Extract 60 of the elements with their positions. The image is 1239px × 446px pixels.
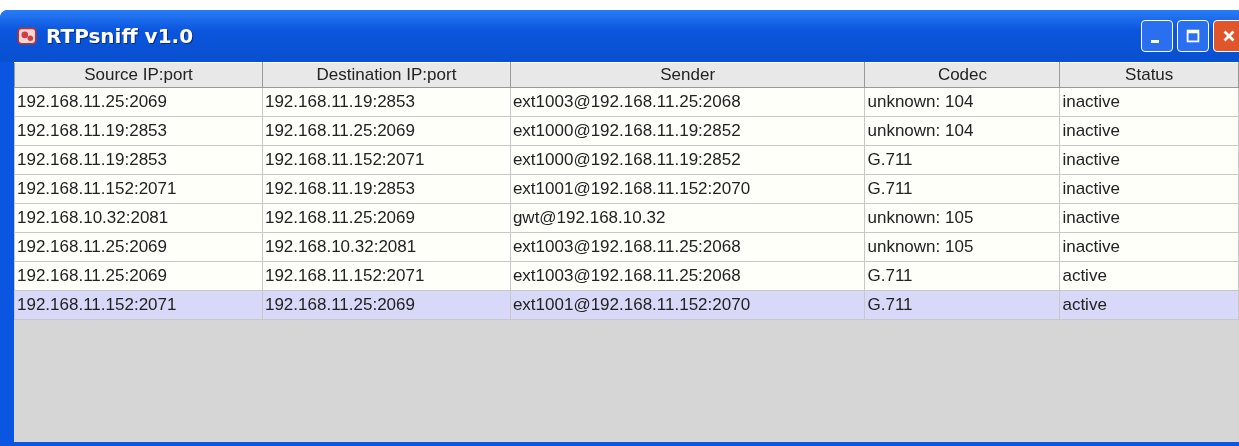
table-cell: ext1001@192.168.11.152:2070 xyxy=(510,290,865,320)
table-cell: 192.168.11.152:2071 xyxy=(262,145,511,175)
table-cell: 192.168.11.25:2069 xyxy=(262,116,511,146)
table-row[interactable]: 192.168.11.25:2069 192.168.10.32:2081 ext1003@192.168.11.25:2068 unknown: 105 inactive xyxy=(14,232,1239,262)
table-cell: 192.168.10.32:2081 xyxy=(14,203,263,233)
table-cell: inactive xyxy=(1059,116,1239,146)
table-cell: ext1000@192.168.11.19:2852 xyxy=(510,145,865,175)
close-button[interactable] xyxy=(1213,20,1239,52)
table-cell: inactive xyxy=(1059,174,1239,204)
table-cell: unknown: 105 xyxy=(865,203,1060,233)
table-cell: 192.168.11.19:2853 xyxy=(14,116,263,146)
minimize-icon xyxy=(1151,39,1159,43)
column-header[interactable]: Codec xyxy=(865,62,1060,88)
table-cell: ext1001@192.168.11.152:2070 xyxy=(510,174,865,204)
column-header[interactable]: Source IP:port xyxy=(14,62,263,88)
table-row[interactable]: 192.168.11.152:2071 192.168.11.19:2853 ext1001@192.168.11.152:2070 G.711 inactive xyxy=(14,174,1239,204)
table-row[interactable]: 192.168.11.25:2069 192.168.11.19:2853 ext1003@192.168.11.25:2068 unknown: 104 inactive xyxy=(14,87,1239,117)
window-title: RTPsniff v1.0 xyxy=(46,24,194,48)
app-icon xyxy=(16,25,38,47)
table-cell: inactive xyxy=(1059,145,1239,175)
table-cell: 192.168.11.19:2853 xyxy=(262,87,511,117)
table-cell: 192.168.11.25:2069 xyxy=(14,87,263,117)
table-cell: inactive xyxy=(1059,87,1239,117)
column-header[interactable]: Status xyxy=(1059,62,1239,88)
table-cell: 192.168.11.25:2069 xyxy=(262,203,511,233)
table-cell: 192.168.11.19:2853 xyxy=(14,145,263,175)
table-cell: 192.168.11.152:2071 xyxy=(14,174,263,204)
column-header[interactable]: Destination IP:port xyxy=(262,62,511,88)
table-cell: 192.168.11.25:2069 xyxy=(14,261,263,291)
table-cell: ext1003@192.168.11.25:2068 xyxy=(510,87,865,117)
table-cell: active xyxy=(1059,290,1239,320)
table-cell: ext1003@192.168.11.25:2068 xyxy=(510,261,865,291)
table-row[interactable]: 192.168.11.152:2071 192.168.11.25:2069 ext1001@192.168.11.152:2070 G.711 active xyxy=(14,290,1239,320)
table-cell: inactive xyxy=(1059,203,1239,233)
table-cell: gwt@192.168.10.32 xyxy=(510,203,865,233)
table-row[interactable]: 192.168.11.19:2853 192.168.11.25:2069 ext1000@192.168.11.19:2852 unknown: 104 inactive xyxy=(14,116,1239,146)
table-cell: G.711 xyxy=(865,261,1060,291)
column-header[interactable]: Sender xyxy=(510,62,865,88)
table-cell: unknown: 105 xyxy=(865,232,1060,262)
table-cell: inactive xyxy=(1059,232,1239,262)
table-cell: 192.168.11.25:2069 xyxy=(262,290,511,320)
table-cell: unknown: 104 xyxy=(865,116,1060,146)
maximize-icon xyxy=(1184,27,1202,45)
table-cell: unknown: 104 xyxy=(865,87,1060,117)
table-cell: G.711 xyxy=(865,290,1060,320)
table-cell: G.711 xyxy=(865,145,1060,175)
table-row[interactable]: 192.168.10.32:2081 192.168.11.25:2069 gwt@192.168.10.32 unknown: 105 inactive xyxy=(14,203,1239,233)
table-cell: 192.168.10.32:2081 xyxy=(262,232,511,262)
maximize-button[interactable] xyxy=(1177,20,1209,52)
table-cell: 192.168.11.19:2853 xyxy=(262,174,511,204)
table-row[interactable]: 192.168.11.19:2853 192.168.11.152:2071 ext1000@192.168.11.19:2852 G.711 inactive xyxy=(14,145,1239,175)
table-cell: ext1003@192.168.11.25:2068 xyxy=(510,232,865,262)
table-cell: G.711 xyxy=(865,174,1060,204)
minimize-button[interactable] xyxy=(1141,20,1173,52)
table-cell: active xyxy=(1059,261,1239,291)
table-cell: 192.168.11.152:2071 xyxy=(262,261,511,291)
table-row[interactable]: 192.168.11.25:2069 192.168.11.152:2071 ext1003@192.168.11.25:2068 G.711 active xyxy=(14,261,1239,291)
table-cell: 192.168.11.25:2069 xyxy=(14,232,263,262)
table-cell: 192.168.11.152:2071 xyxy=(14,290,263,320)
table-cell: ext1000@192.168.11.19:2852 xyxy=(510,116,865,146)
